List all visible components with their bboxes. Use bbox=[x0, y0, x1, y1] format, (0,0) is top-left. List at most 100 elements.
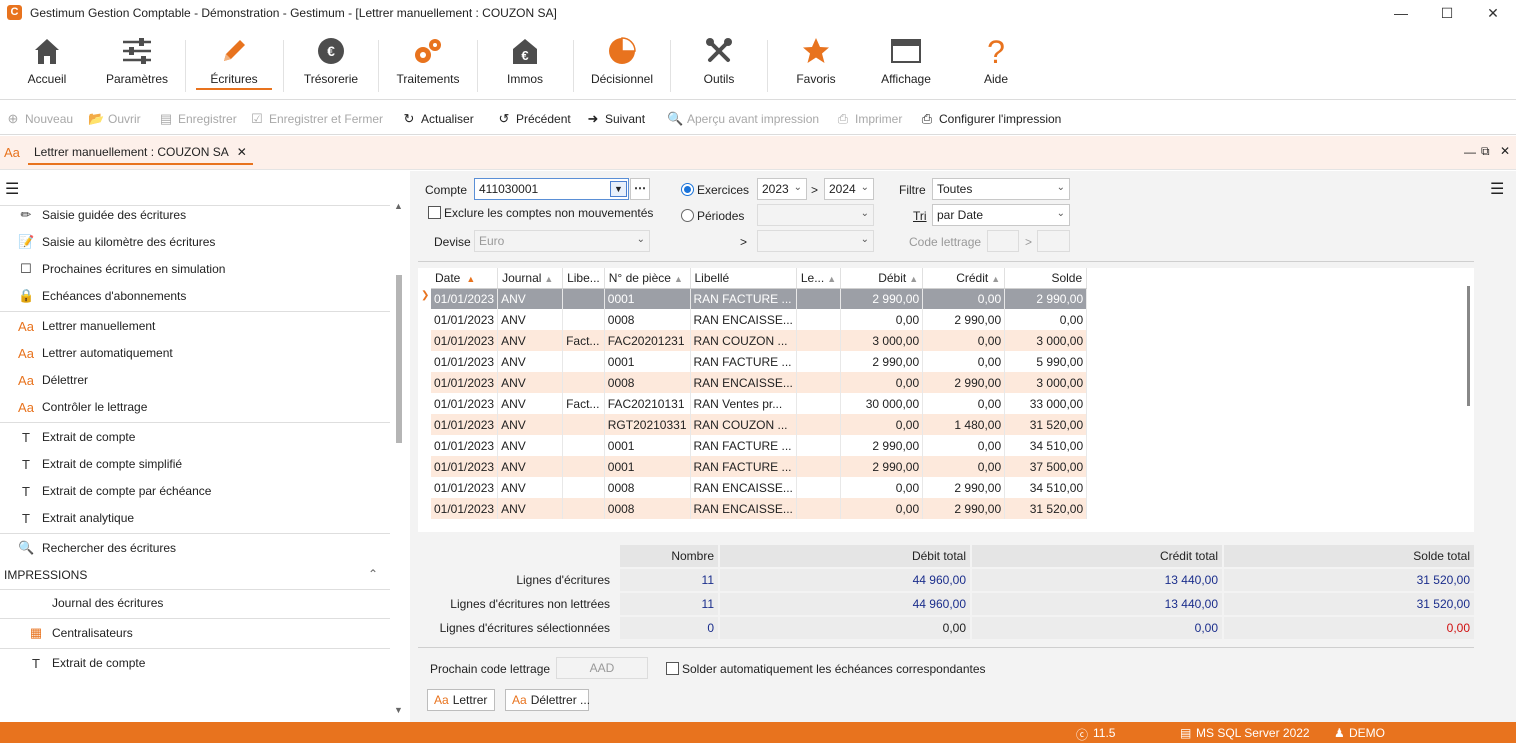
enregistrer-fermer-button[interactable]: ☑ Enregistrer et Fermer bbox=[249, 110, 383, 128]
col-solde[interactable]: Solde bbox=[1004, 268, 1088, 289]
menu-saisie-kilometre[interactable]: 📝 Saisie au kilomètre des écritures bbox=[18, 231, 215, 253]
col-journal[interactable]: Journal ▲ bbox=[497, 268, 564, 289]
menu-extrait-compte-impression[interactable]: T Extrait de compte bbox=[28, 652, 145, 674]
menu-lettrer-manuellement[interactable]: Aa Lettrer manuellement bbox=[18, 315, 155, 337]
hamburger-icon[interactable]: ☰ bbox=[5, 179, 19, 199]
menu-extrait-echeance[interactable]: T Extrait de compte par échéance bbox=[18, 480, 211, 502]
restore-doc-icon[interactable]: ⧉ bbox=[1481, 144, 1490, 159]
exercice-from-select[interactable]: 2023 ⌄ bbox=[757, 178, 807, 200]
compte-dropdown-button[interactable]: ▼ bbox=[610, 181, 627, 197]
table-row[interactable]: 01/01/2023 ANV RGT20210331 RAN COUZON ... 0,… bbox=[431, 414, 1088, 435]
menu-centralisateurs[interactable]: ▦ Centralisateurs bbox=[28, 622, 133, 644]
table-row[interactable]: 01/01/2023 ANV 0001 RAN FACTURE ... 2 990,00… bbox=[431, 435, 1088, 456]
actualiser-button[interactable]: ↻ Actualiser bbox=[401, 110, 474, 128]
minimize-doc-icon[interactable]: — bbox=[1464, 145, 1476, 159]
col-libelle[interactable]: Libellé bbox=[690, 268, 797, 289]
col-date[interactable]: Date ▲ bbox=[431, 268, 499, 289]
delettrer-button[interactable]: Aa Délettrer ... bbox=[505, 689, 590, 711]
lettrer-icon: Aa bbox=[434, 693, 449, 707]
solder-checkbox[interactable] bbox=[666, 662, 679, 675]
section-impressions[interactable]: IMPRESSIONS bbox=[4, 564, 87, 586]
close-tab-icon[interactable]: ✕ bbox=[237, 145, 247, 159]
enregistrer-button[interactable]: ▤ Enregistrer bbox=[158, 110, 237, 128]
table-row[interactable]: 01/01/2023 ANV Fact... FAC20201231 RAN COUZO… bbox=[431, 330, 1088, 351]
nouveau-button[interactable]: ⊕ Nouveau bbox=[5, 110, 74, 128]
menu-delettrer[interactable]: Aa Délettrer bbox=[18, 369, 88, 391]
table-row[interactable]: 01/01/2023 ANV 0001 RAN FACTURE ... 2 990,00… bbox=[431, 456, 1088, 477]
col-lettrage[interactable]: Le... ▲ bbox=[796, 268, 842, 289]
col-debit[interactable]: Débit ▲ bbox=[840, 268, 924, 289]
ribbon-affichage[interactable]: Affichage bbox=[870, 36, 942, 98]
table-cell: 0,00 bbox=[840, 477, 924, 498]
menu-extrait-simplifie[interactable]: T Extrait de compte simplifié bbox=[18, 453, 182, 475]
close-button[interactable]: ✕ bbox=[1470, 0, 1516, 26]
ribbon-decisionnel[interactable]: Décisionnel bbox=[586, 36, 658, 98]
table-row[interactable]: 01/01/2023 ANV 0008 RAN ENCAISSE... 0,00 2 99… bbox=[431, 477, 1088, 498]
menu-rechercher-ecritures[interactable]: 🔍 Rechercher des écritures bbox=[18, 537, 176, 559]
ribbon-traitements[interactable]: Traitements bbox=[390, 36, 466, 98]
scrollbar-thumb[interactable] bbox=[396, 275, 402, 443]
chevron-up-icon[interactable]: ⌃ bbox=[368, 567, 378, 581]
left-scrollbar[interactable]: ▲ ▼ bbox=[392, 201, 406, 721]
col-libelle-court[interactable]: Libe... bbox=[562, 268, 605, 289]
compte-field[interactable]: 411030001 bbox=[474, 178, 629, 200]
code-lettrage-from[interactable] bbox=[987, 230, 1019, 252]
lettrer-button[interactable]: Aa Lettrer bbox=[427, 689, 495, 711]
periode-to-select[interactable]: ⌄ bbox=[757, 230, 874, 252]
ribbon-parametres[interactable]: Paramètres bbox=[100, 36, 174, 98]
table-row[interactable]: 01/01/2023 ANV 0001 RAN FACTURE ... 2 990,00… bbox=[431, 351, 1088, 372]
grid-scrollbar[interactable] bbox=[1467, 286, 1470, 406]
col-num-piece[interactable]: N° de pièce ▲ bbox=[604, 268, 691, 289]
minimize-button[interactable]: — bbox=[1378, 0, 1424, 26]
tri-select[interactable]: par Date ⌄ bbox=[932, 204, 1070, 226]
periodes-radio[interactable] bbox=[681, 209, 694, 222]
ribbon-outils[interactable]: Outils bbox=[686, 36, 752, 98]
compte-browse-button[interactable]: ⋯ bbox=[630, 178, 650, 200]
menu-extrait-compte[interactable]: T Extrait de compte bbox=[18, 426, 135, 448]
exclure-checkbox[interactable] bbox=[428, 206, 441, 219]
ribbon-immos[interactable]: € Immos bbox=[492, 36, 558, 98]
configurer-impression-button[interactable]: ⎙ Configurer l'impression bbox=[919, 110, 1062, 128]
menu-journal-ecritures[interactable]: Journal des écritures bbox=[52, 592, 163, 614]
menu-echeances-abonnements[interactable]: 🔒 Echéances d'abonnements bbox=[18, 285, 186, 307]
col-credit[interactable]: Crédit ▲ bbox=[922, 268, 1006, 289]
table-cell bbox=[562, 498, 605, 519]
menu-saisie-guidee[interactable]: ✏ Saisie guidée des écritures bbox=[18, 204, 187, 226]
ribbon-accueil[interactable]: Accueil bbox=[14, 36, 80, 98]
ribbon-aide[interactable]: ? Aide bbox=[966, 36, 1026, 98]
sliders-icon bbox=[123, 38, 151, 64]
precedent-button[interactable]: ↺ Précédent bbox=[496, 110, 571, 128]
devise-select[interactable]: Euro ⌄ bbox=[474, 230, 650, 252]
ribbon-favoris[interactable]: Favoris bbox=[784, 36, 848, 98]
menu-controler-lettrage[interactable]: Aa Contrôler le lettrage bbox=[18, 396, 147, 418]
filtre-select[interactable]: Toutes ⌄ bbox=[932, 178, 1070, 200]
exercices-radio[interactable] bbox=[681, 183, 694, 196]
table-cell: 0,00 bbox=[840, 372, 924, 393]
menu-prochaines-ecritures[interactable]: ☐ Prochaines écritures en simulation bbox=[18, 258, 225, 280]
document-tab[interactable]: Lettrer manuellement : COUZON SA ✕ bbox=[28, 141, 253, 165]
scroll-up-icon[interactable]: ▲ bbox=[394, 201, 403, 211]
menu-lettrer-automatiquement[interactable]: Aa Lettrer automatiquement bbox=[18, 342, 173, 364]
hamburger-icon[interactable]: ☰ bbox=[1490, 179, 1504, 199]
summary-cell: 31 520,00 bbox=[1224, 593, 1474, 615]
table-row[interactable]: 01/01/2023 ANV 0008 RAN ENCAISSE... 0,00 2 99… bbox=[431, 372, 1088, 393]
suivant-button[interactable]: ➜ Suivant bbox=[585, 110, 645, 128]
periode-from-select[interactable]: ⌄ bbox=[757, 204, 874, 226]
title-bar: C Gestimum Gestion Comptable - Démonstra… bbox=[0, 0, 1516, 26]
exercice-to-select[interactable]: 2024 ⌄ bbox=[824, 178, 874, 200]
scroll-down-icon[interactable]: ▼ bbox=[394, 705, 403, 715]
imprimer-button[interactable]: ⎙ Imprimer bbox=[835, 110, 903, 128]
close-doc-icon[interactable]: ✕ bbox=[1500, 144, 1510, 158]
table-row[interactable]: 01/01/2023 ANV 0008 RAN ENCAISSE... 0,00 2 99… bbox=[431, 309, 1088, 330]
apercu-button[interactable]: 🔍 Aperçu avant impression bbox=[667, 110, 819, 128]
table-row[interactable]: 01/01/2023 ANV 0001 RAN FACTURE ... 2 990,00… bbox=[431, 288, 1088, 309]
chevron-down-icon: ⌄ bbox=[1056, 208, 1065, 219]
table-row[interactable]: 01/01/2023 ANV Fact... FAC20210131 RAN Vente… bbox=[431, 393, 1088, 414]
table-row[interactable]: 01/01/2023 ANV 0008 RAN ENCAISSE... 0,00 2 99… bbox=[431, 498, 1088, 519]
menu-extrait-analytique[interactable]: T Extrait analytique bbox=[18, 507, 134, 529]
ribbon-tresorerie[interactable]: € Trésorerie bbox=[296, 36, 366, 98]
ouvrir-button[interactable]: 📂 Ouvrir bbox=[88, 110, 141, 128]
maximize-button[interactable]: ☐ bbox=[1424, 0, 1470, 26]
code-lettrage-to[interactable] bbox=[1037, 230, 1070, 252]
ribbon-ecritures[interactable]: Écritures bbox=[196, 36, 272, 98]
